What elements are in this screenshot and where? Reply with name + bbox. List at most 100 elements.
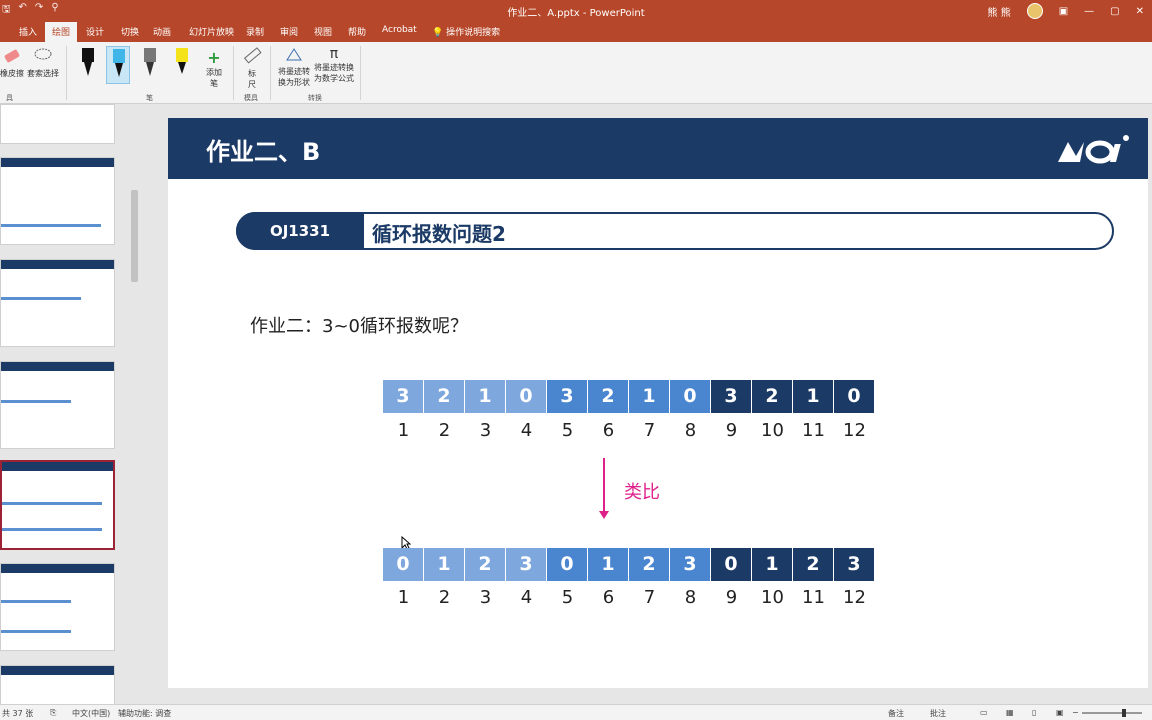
analogy-label: 类比 [624, 482, 660, 503]
tell-me-search[interactable]: 💡 操作说明搜索 [432, 25, 500, 38]
tab-design[interactable]: 设计 [86, 25, 104, 38]
ribbon-tabs: 插入 绘图 设计 切换 动画 幻灯片放映 录制 审阅 视图 帮助 Acrobat… [0, 22, 1152, 42]
ribbon-options-icon[interactable]: ▣ [1059, 6, 1068, 17]
tab-draw[interactable]: 绘图 [45, 22, 78, 42]
slide-title[interactable]: 作业二、B [206, 132, 320, 167]
thumbnail-header [1, 158, 114, 167]
close-icon[interactable]: ✕ [1136, 6, 1144, 17]
sequence-cell: 0 [547, 548, 588, 581]
thumbnails-scrollbar[interactable] [128, 108, 140, 704]
lasso-label: 套索选择 [27, 69, 59, 78]
lasso-icon [34, 48, 52, 60]
slide-thumbnail[interactable] [0, 259, 115, 347]
zoom-out-icon[interactable]: − [1072, 708, 1079, 717]
pen-blue-selected[interactable] [106, 46, 130, 84]
tab-transitions[interactable]: 切换 [121, 25, 139, 38]
lasso-select-button[interactable]: 套索选择 [26, 46, 60, 79]
accessibility-status[interactable]: 辅助功能: 调查 [118, 708, 171, 719]
index-row-bottom: 1 2 3 4 5 6 7 8 9 10 11 12 [383, 587, 875, 608]
slide-thumbnail[interactable] [0, 104, 115, 144]
noi-logo [1058, 135, 1129, 164]
slide-thumbnail[interactable] [0, 665, 115, 705]
sequence-cell: 0 [506, 380, 547, 413]
add-pen-button[interactable]: + 添加 笔 [200, 48, 228, 89]
eraser-button[interactable]: 橡皮擦 [0, 46, 24, 79]
normal-view-icon[interactable]: ▭ [980, 708, 988, 717]
sequence-cell: 2 [588, 380, 629, 413]
slide-thumbnail[interactable] [0, 563, 115, 651]
index-label: 5 [561, 587, 574, 608]
ruler-label-2: 尺 [248, 80, 256, 89]
sequence-cell: 3 [506, 548, 547, 581]
index-label: 7 [643, 420, 656, 441]
slide-thumbnail-selected[interactable] [0, 460, 115, 550]
index-label: 6 [602, 420, 615, 441]
slide-sorter-icon[interactable]: ▦ [1006, 708, 1014, 717]
reading-view-icon[interactable]: ▯ [1032, 708, 1036, 717]
comments-button[interactable]: 批注 [930, 708, 946, 719]
thumbnail-content [2, 528, 102, 531]
sequence-cell: 3 [547, 380, 588, 413]
spellcheck-icon[interactable]: ⎘ [50, 708, 56, 718]
index-label: 10 [761, 587, 784, 608]
thumbnail-content [1, 297, 81, 300]
tab-help[interactable]: 帮助 [348, 25, 366, 38]
index-label: 9 [725, 420, 738, 441]
ruler-button[interactable]: 标 尺 [240, 46, 264, 90]
tab-record[interactable]: 录制 [246, 25, 264, 38]
slide-thumbnails-pane [0, 104, 141, 705]
sequence-cell: 3 [383, 380, 424, 413]
ink-to-shape-label-2: 换为形状 [278, 78, 310, 87]
maximize-icon[interactable]: ▢ [1110, 6, 1119, 17]
notes-button[interactable]: 备注 [888, 708, 904, 719]
tab-animations[interactable]: 动画 [153, 25, 171, 38]
sequence-cell: 0 [383, 548, 424, 581]
ribbon-separator [233, 46, 234, 100]
avatar[interactable] [1026, 3, 1043, 19]
analogy-arrow [603, 458, 605, 514]
index-label: 1 [397, 587, 410, 608]
zoom-slider-knob[interactable] [1122, 709, 1126, 717]
tab-slideshow[interactable]: 幻灯片放映 [189, 25, 234, 38]
tab-acrobat[interactable]: Acrobat [382, 25, 417, 35]
index-label: 1 [397, 420, 410, 441]
slide-thumbnail[interactable] [0, 361, 115, 449]
tab-review[interactable]: 审阅 [280, 25, 298, 38]
scrollbar-thumb[interactable] [131, 190, 138, 282]
pen-black[interactable] [76, 46, 100, 84]
slide[interactable]: 作业二、B OJ1331 循环报数问题2 作业二：3~0循环报数呢？ 3 2 1… [168, 118, 1148, 688]
slide-thumbnail[interactable] [0, 157, 115, 245]
minimize-icon[interactable]: — [1084, 6, 1094, 17]
sequence-cell: 1 [424, 548, 465, 581]
ribbon-separator [360, 46, 361, 100]
thumbnail-header [1, 666, 114, 675]
add-pen-label-2: 笔 [210, 79, 218, 88]
group-label-pens: 笔 [146, 94, 153, 102]
user-name[interactable]: 熊 熊 [988, 4, 1011, 19]
slideshow-icon[interactable]: ▣ [1056, 708, 1064, 717]
sequence-cell: 1 [629, 380, 670, 413]
tab-insert[interactable]: 插入 [19, 25, 37, 38]
slide-header: 作业二、B [168, 118, 1148, 179]
highlighter-yellow[interactable] [170, 46, 194, 84]
tab-view[interactable]: 视图 [314, 25, 332, 38]
sequence-cell: 2 [465, 548, 506, 581]
pencil-icon [144, 48, 156, 76]
index-label: 2 [438, 420, 451, 441]
index-label: 4 [520, 420, 533, 441]
pen-gray[interactable] [138, 46, 162, 84]
language-indicator[interactable]: 中文(中国) [72, 708, 110, 719]
lightbulb-icon: 💡 [432, 28, 444, 38]
ribbon-separator [270, 46, 271, 100]
index-row-top: 1 2 3 4 5 6 7 8 9 10 11 12 [383, 420, 875, 441]
index-label: 3 [479, 587, 492, 608]
index-label: 8 [684, 420, 697, 441]
sequence-cell: 3 [834, 548, 875, 581]
sequence-row-bottom: 0 1 2 3 0 1 2 3 0 1 2 3 [383, 548, 875, 581]
ribbon-separator [66, 46, 67, 100]
ink-to-shape-button[interactable]: 将墨迹转 换为形状 [276, 46, 312, 88]
sequence-cell: 0 [670, 380, 711, 413]
zoom-slider[interactable] [1082, 712, 1142, 714]
ink-to-math-button[interactable]: π 将墨迹转换 为数学公式 [312, 46, 356, 84]
thumbnail-header [2, 462, 113, 471]
